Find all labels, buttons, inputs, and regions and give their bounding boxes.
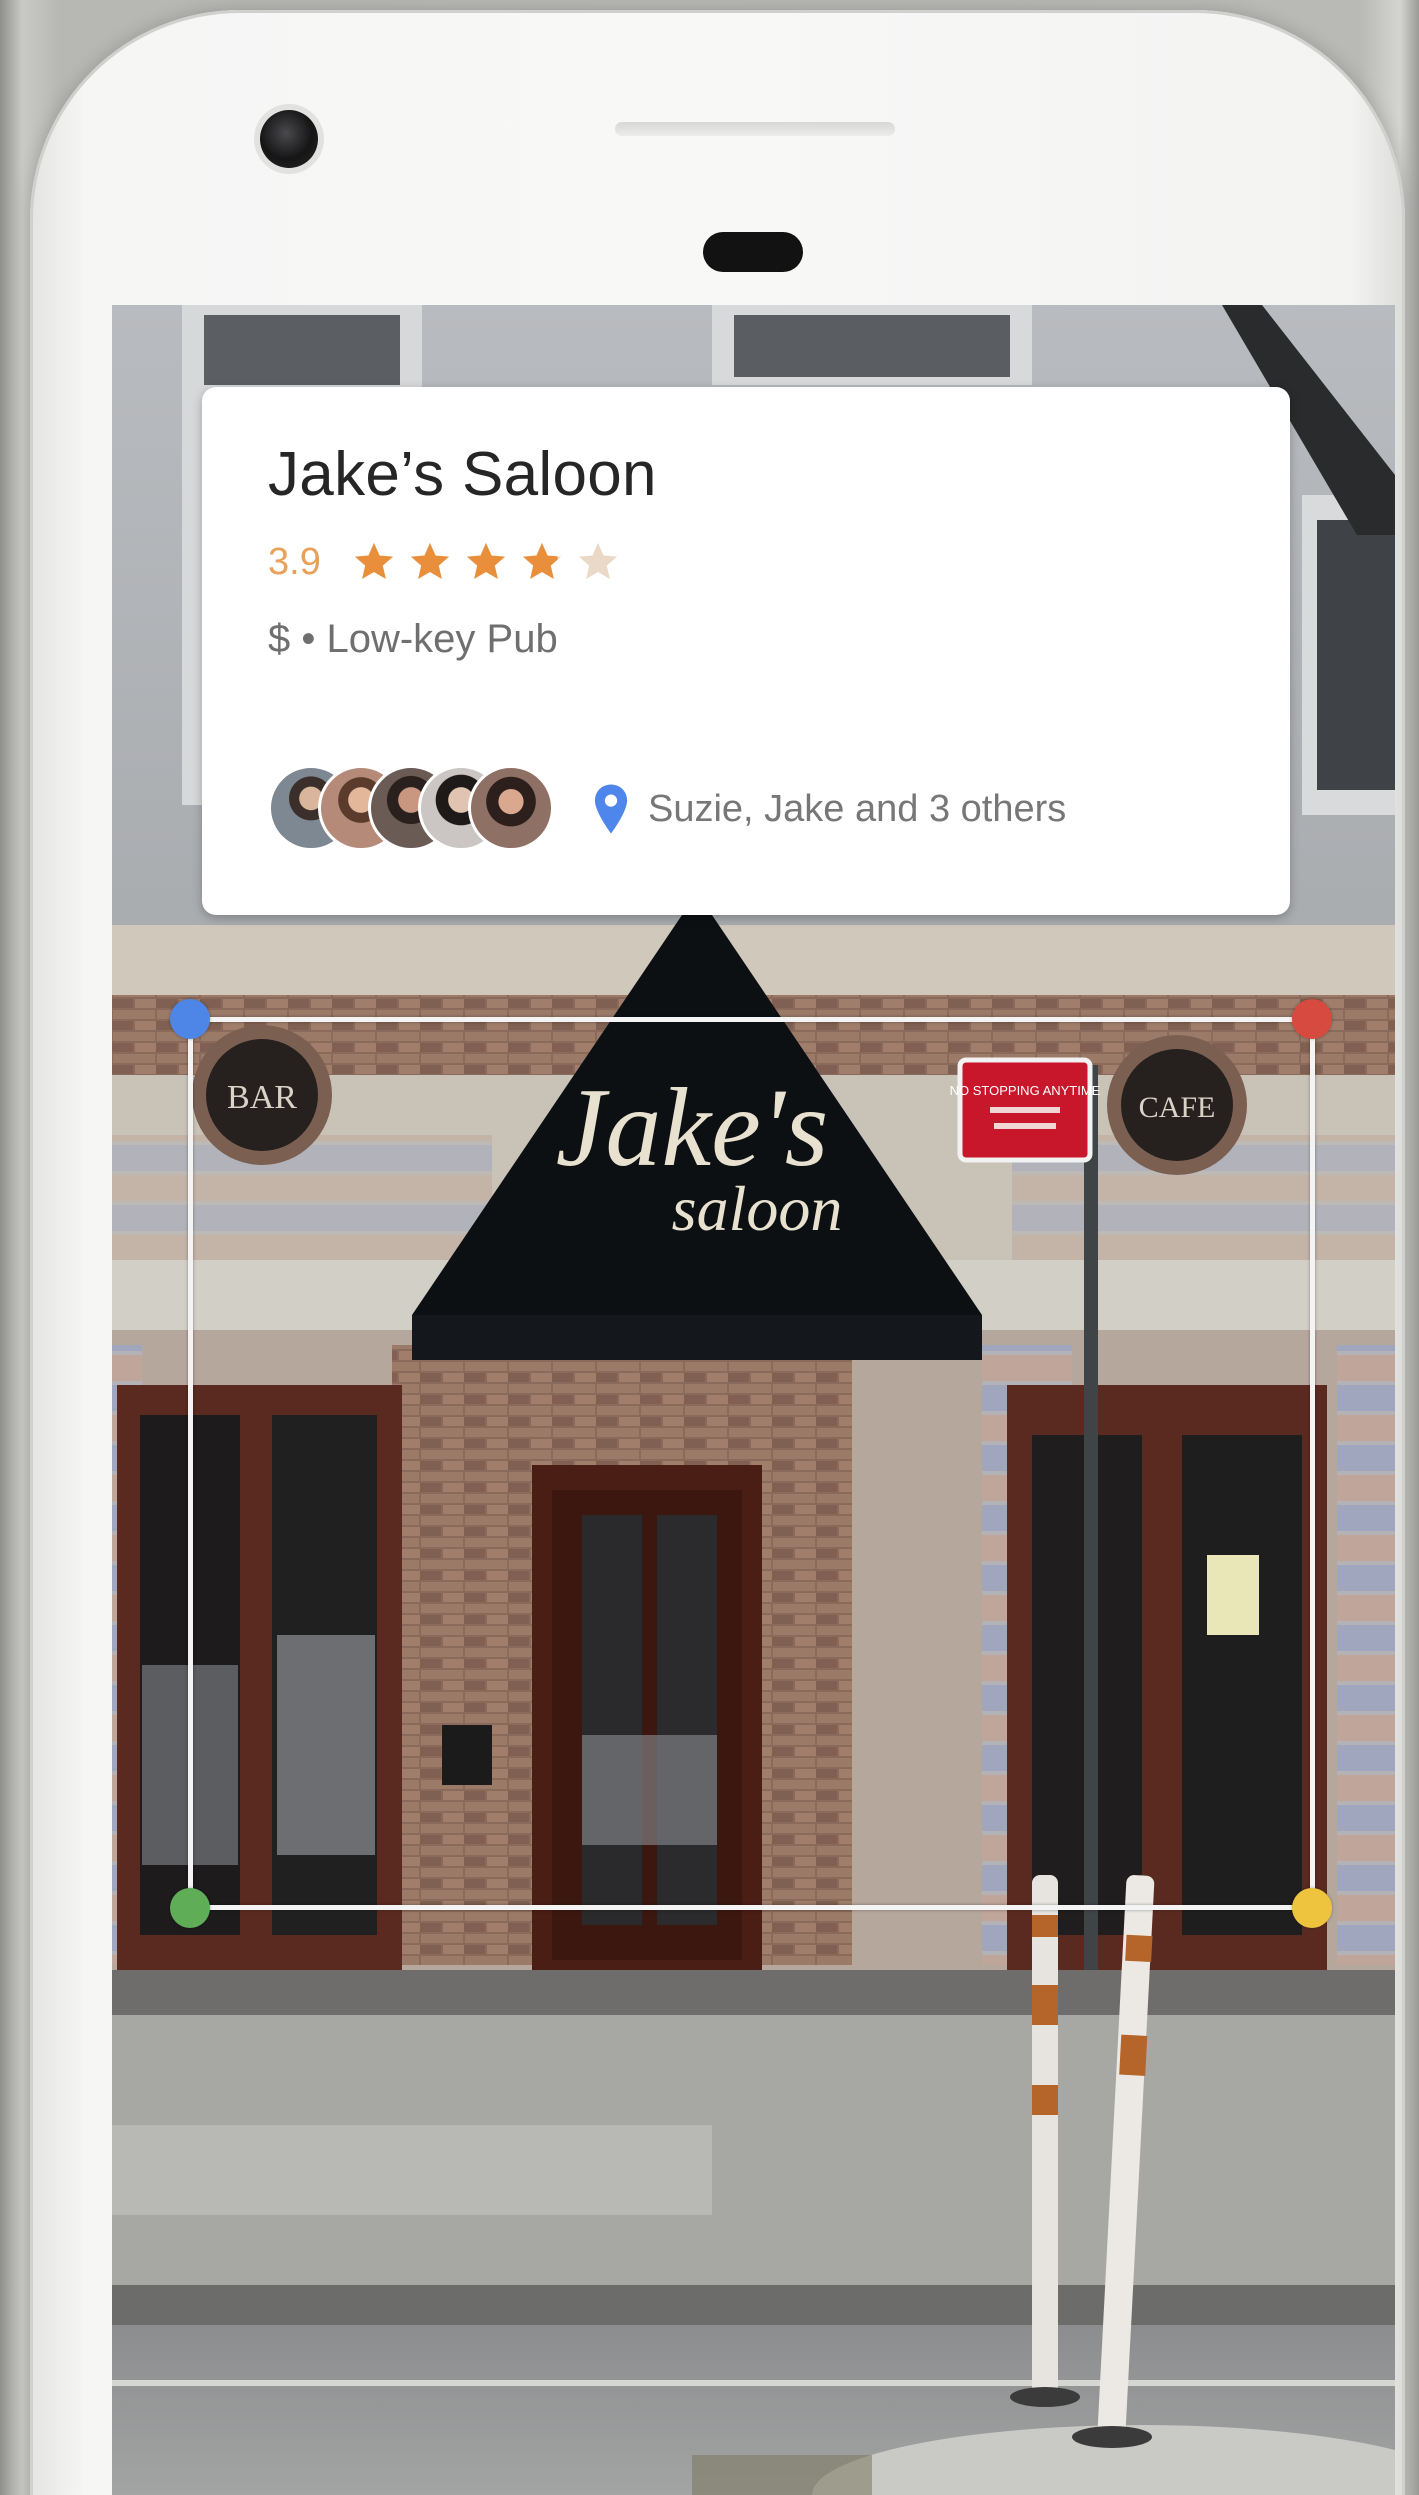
- selection-handle-top-left[interactable]: [170, 999, 210, 1039]
- star-icon: [354, 542, 393, 580]
- selection-handle-bottom-right[interactable]: [1292, 1888, 1332, 1928]
- price-category: $ • Low-key Pub: [268, 617, 558, 661]
- svg-text:Jake's: Jake's: [556, 1066, 829, 1190]
- star-rating: [351, 539, 631, 585]
- front-camera-icon: [260, 110, 318, 168]
- no-stopping-sign: NO STOPPING ANYTIME: [950, 1057, 1101, 1163]
- friends-visited[interactable]: Suzie, Jake and 3 others: [592, 779, 1066, 839]
- rating-value: 3.9: [268, 540, 321, 583]
- cafe-medallion: CAFE: [1107, 1035, 1247, 1175]
- camera-viewfinder[interactable]: BAR CAFE Jake's saloon NO STOPPING ANYTI…: [112, 305, 1395, 2495]
- svg-text:NO STOPPING ANYTIME: NO STOPPING ANYTIME: [950, 1083, 1101, 1098]
- svg-text:saloon: saloon: [672, 1173, 843, 1244]
- avatar: [468, 765, 554, 851]
- rating-row: 3.9: [268, 537, 631, 587]
- selection-handle-top-right[interactable]: [1292, 999, 1332, 1039]
- selection-edge-left: [188, 1017, 193, 1910]
- screenshot-stage: BAR CAFE Jake's saloon NO STOPPING ANYTI…: [0, 0, 1419, 2495]
- location-pin-icon: [594, 784, 628, 834]
- selection-edge-right: [1310, 1017, 1315, 1910]
- friend-avatars[interactable]: [268, 765, 558, 853]
- proximity-sensor: [703, 232, 803, 272]
- earpiece-speaker: [615, 122, 895, 136]
- star-icon: [522, 542, 561, 580]
- star-icon: [466, 542, 505, 580]
- selection-handle-bottom-left[interactable]: [170, 1888, 210, 1928]
- friends-text: Suzie, Jake and 3 others: [648, 787, 1067, 830]
- selection-edge-top: [192, 1017, 1314, 1022]
- svg-text:CAFE: CAFE: [1139, 1091, 1216, 1124]
- place-title: Jake’s Saloon: [268, 440, 657, 509]
- place-info-card[interactable]: Jake’s Saloon 3.9 $ • Low-key Pub Suzie,…: [202, 387, 1290, 915]
- bar-medallion: BAR: [192, 1025, 332, 1165]
- star-icon: [410, 542, 449, 580]
- phone-frame: BAR CAFE Jake's saloon NO STOPPING ANYTI…: [30, 10, 1405, 2495]
- selection-edge-bottom: [192, 1905, 1314, 1910]
- svg-text:BAR: BAR: [227, 1079, 297, 1116]
- star-icon: [578, 542, 617, 580]
